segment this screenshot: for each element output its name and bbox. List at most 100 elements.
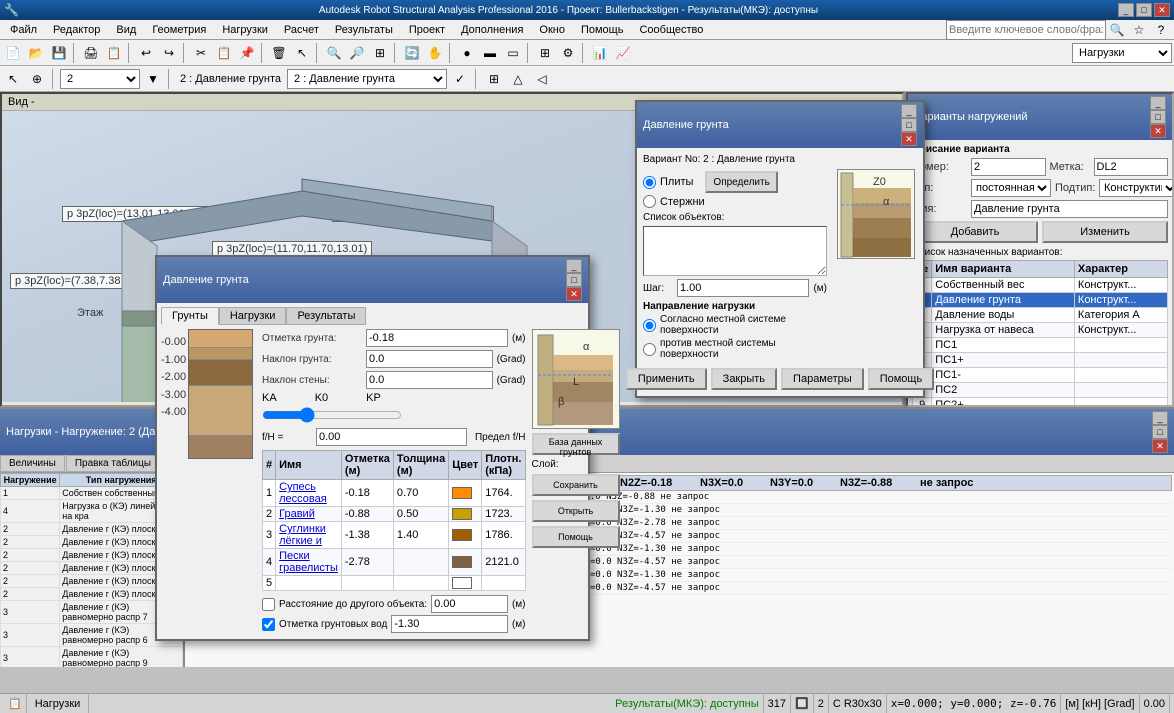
open-btn[interactable]: 📂: [25, 42, 47, 64]
tb2-apply-btn[interactable]: ✓: [449, 68, 471, 90]
variants-maximize[interactable]: □: [1150, 110, 1166, 124]
menu-results[interactable]: Результаты: [327, 22, 401, 38]
status-loads-tab[interactable]: Нагрузки: [27, 694, 90, 713]
mesh-btn[interactable]: ⊞: [534, 42, 556, 64]
naklon-steny-input[interactable]: [366, 371, 493, 389]
menu-geometry[interactable]: Геометрия: [144, 22, 214, 38]
tb2-arrow-btn[interactable]: ▼: [142, 68, 164, 90]
radio-soglasno[interactable]: [643, 319, 656, 332]
variant-row[interactable]: 1 Собственный вес Конструкт...: [913, 278, 1168, 293]
k-slider[interactable]: [262, 407, 402, 423]
soil-row[interactable]: 1 Супесь лессовая -0.18 0.70 1764.: [263, 480, 526, 507]
menu-help[interactable]: Помощь: [573, 22, 632, 38]
menu-project[interactable]: Проект: [401, 22, 453, 38]
variant-row[interactable]: 9 ПС2+: [913, 398, 1168, 406]
bp-close[interactable]: ✕: [1152, 439, 1168, 453]
gd2-controls[interactable]: _ □ ✕: [901, 104, 917, 146]
cut-btn[interactable]: ✂: [190, 42, 212, 64]
shag-input[interactable]: [677, 279, 809, 297]
bp-minimize[interactable]: _: [1152, 411, 1168, 425]
variant-row[interactable]: 7 ПС1-: [913, 368, 1168, 383]
undo-btn[interactable]: ↩: [135, 42, 157, 64]
zakryt-gd2-btn[interactable]: Закрыть: [711, 368, 777, 390]
print-btn[interactable]: 🖨: [80, 42, 102, 64]
tab-pravka-tablitsy[interactable]: Правка таблицы: [66, 455, 160, 472]
tb2-combo1[interactable]: 2: [60, 69, 140, 89]
variants-minimize[interactable]: _: [1150, 96, 1166, 110]
dobavit-btn[interactable]: Добавить: [912, 221, 1038, 243]
gd2-minimize[interactable]: _: [901, 104, 917, 118]
delete-btn[interactable]: 🗑: [268, 42, 290, 64]
load-select[interactable]: 2 : Давление грунта: [287, 69, 447, 89]
search-input[interactable]: [946, 20, 1106, 40]
primenit-btn[interactable]: Применить: [626, 368, 707, 390]
rasstoyaniye-input[interactable]: [431, 595, 508, 613]
save-soil-btn[interactable]: Сохранить: [532, 474, 620, 496]
bp-maximize[interactable]: □: [1152, 425, 1168, 439]
star-btn[interactable]: ☆: [1128, 19, 1150, 41]
variant-row[interactable]: 5 ПС1: [913, 338, 1168, 353]
soil-row[interactable]: 3 Суглинки лёгкие и -1.38 1.40 1786.: [263, 522, 526, 549]
radio-plity[interactable]: [643, 176, 656, 189]
fh-input[interactable]: [316, 428, 467, 446]
tb2-tool3[interactable]: ◁: [531, 68, 553, 90]
menu-window[interactable]: Окно: [531, 22, 573, 38]
close-btn[interactable]: ✕: [1154, 3, 1170, 17]
radio-sterzhni[interactable]: [643, 195, 656, 208]
nomer-input[interactable]: [971, 158, 1046, 176]
podtip-select[interactable]: Конструктивн.: [1099, 179, 1172, 197]
variant-row[interactable]: 6 ПС1+: [913, 353, 1168, 368]
soil-row[interactable]: 5: [263, 576, 526, 591]
gd2-maximize[interactable]: □: [901, 118, 917, 132]
maximize-btn[interactable]: □: [1136, 3, 1152, 17]
izmenit-btn[interactable]: Изменить: [1042, 221, 1168, 243]
tb2-btn1[interactable]: ↖: [2, 68, 24, 90]
new-btn[interactable]: 📄: [2, 42, 24, 64]
window-controls[interactable]: _ □ ✕: [1118, 3, 1170, 17]
gd1-minimize[interactable]: _: [566, 259, 582, 273]
otmetka-input[interactable]: [366, 329, 508, 347]
ground-dialog-1-title[interactable]: Давление грунта _ □ ✕: [157, 257, 588, 303]
redo-btn[interactable]: ↪: [158, 42, 180, 64]
objects-textarea[interactable]: [643, 226, 827, 276]
menu-file[interactable]: Файл: [2, 22, 45, 38]
rasstoyaniye-check[interactable]: [262, 598, 275, 611]
tab-velichiny[interactable]: Величины: [0, 455, 65, 472]
load-list-row[interactable]: 3 Давление г (КЭ) равномерно распр 9: [1, 647, 183, 668]
variants-panel-controls[interactable]: _ □ ✕: [1150, 96, 1166, 138]
gd1-tab-grunty[interactable]: Грунты: [161, 307, 219, 325]
copy-btn[interactable]: 📋: [213, 42, 235, 64]
opredelit-btn[interactable]: Определить: [705, 171, 777, 193]
bottom-panel-controls[interactable]: _ □ ✕: [1152, 411, 1168, 453]
paste-btn[interactable]: 📌: [236, 42, 258, 64]
help-soil-btn[interactable]: Помощь: [532, 526, 620, 548]
menu-calc[interactable]: Расчет: [276, 22, 327, 38]
gd1-tab-rezultaty[interactable]: Результаты: [286, 307, 366, 325]
soil-row[interactable]: 2 Гравий -0.88 0.50 1723.: [263, 507, 526, 522]
gd1-close[interactable]: ✕: [566, 287, 582, 301]
ground-dialog-2-title[interactable]: Давление грунта _ □ ✕: [637, 102, 923, 148]
print-preview-btn[interactable]: 📋: [103, 42, 125, 64]
search-btn[interactable]: 🔍: [1106, 19, 1128, 41]
parametry-btn[interactable]: Параметры: [781, 368, 864, 390]
menu-loads[interactable]: Нагрузки: [214, 22, 276, 38]
gd1-maximize[interactable]: □: [566, 273, 582, 287]
otmetka-vod-input[interactable]: [391, 615, 508, 633]
tip-select[interactable]: постоянная: [971, 179, 1051, 197]
gd1-controls[interactable]: _ □ ✕: [566, 259, 582, 301]
metka-input[interactable]: [1094, 158, 1169, 176]
pomoshch-gd2-btn[interactable]: Помощь: [868, 368, 935, 390]
zoom-in-btn[interactable]: 🔍: [323, 42, 345, 64]
zoom-fit-btn[interactable]: ⊞: [369, 42, 391, 64]
radio-protiv[interactable]: [643, 343, 656, 356]
soil-row[interactable]: 4 Пески гравелисты -2.78 2121.0: [263, 549, 526, 576]
naklon-grunta-input[interactable]: [366, 350, 493, 368]
pan-btn[interactable]: ✋: [424, 42, 446, 64]
otmetka-vod-check[interactable]: [262, 618, 275, 631]
gd2-close[interactable]: ✕: [901, 132, 917, 146]
help-btn[interactable]: ?: [1150, 19, 1172, 41]
diag-btn[interactable]: 📈: [612, 42, 634, 64]
imya-input[interactable]: [971, 200, 1168, 218]
variant-row[interactable]: 3 Давление воды Категория А: [913, 308, 1168, 323]
menu-view[interactable]: Вид: [108, 22, 144, 38]
